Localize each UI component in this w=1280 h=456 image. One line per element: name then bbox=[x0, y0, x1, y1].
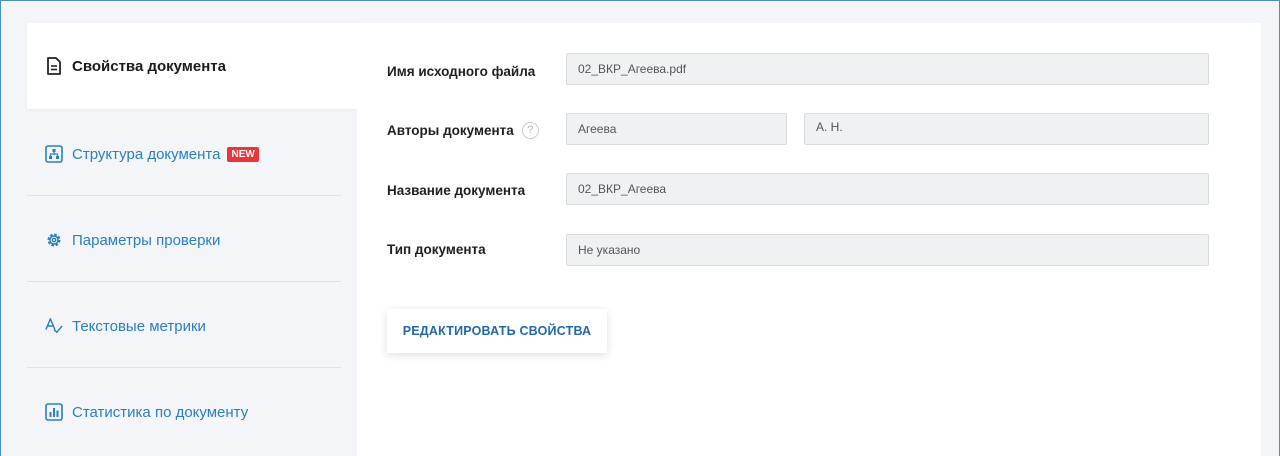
new-badge: NEW bbox=[227, 146, 259, 162]
sidebar-item-label: Параметры проверки bbox=[72, 231, 221, 249]
divider bbox=[27, 281, 341, 282]
gear-icon bbox=[45, 231, 63, 249]
help-icon[interactable]: ? bbox=[521, 121, 539, 139]
sidebar-item-label: Структура документа bbox=[72, 145, 221, 163]
type-field[interactable]: Не указано bbox=[566, 234, 1209, 266]
divider bbox=[27, 367, 341, 368]
document-icon bbox=[45, 57, 63, 75]
authors-label-text: Авторы документа bbox=[387, 122, 514, 138]
sidebar-item-label: Текстовые метрики bbox=[72, 317, 206, 335]
sidebar-item-text-metrics[interactable]: Текстовые метрики bbox=[27, 283, 341, 369]
title-field[interactable]: 02_ВКР_Агеева bbox=[566, 173, 1209, 205]
type-label: Тип документа bbox=[387, 241, 486, 257]
filename-label: Имя исходного файла bbox=[387, 63, 536, 79]
authors-label: Авторы документа ? bbox=[387, 120, 539, 140]
sidebar-item-label: Статистика по документу bbox=[72, 403, 249, 421]
document-properties-panel: Имя исходного файла 02_ВКР_Агеева.pdf Ав… bbox=[357, 23, 1261, 456]
sidebar: Свойства документа Структура документа N… bbox=[27, 23, 359, 456]
app-frame: Свойства документа Структура документа N… bbox=[0, 0, 1280, 456]
bar-chart-icon bbox=[45, 403, 63, 421]
edit-properties-button[interactable]: РЕДАКТИРОВАТЬ СВОЙСТВА bbox=[387, 309, 607, 353]
author-initials-field[interactable]: А. Н. bbox=[804, 113, 1209, 145]
title-label: Название документа bbox=[387, 182, 526, 198]
filename-field[interactable]: 02_ВКР_Агеева.pdf bbox=[566, 53, 1209, 85]
text-metrics-icon bbox=[45, 317, 63, 335]
sidebar-item-label: Свойства документа bbox=[72, 57, 226, 75]
sidebar-item-document-statistics[interactable]: Статистика по документу bbox=[27, 369, 341, 455]
divider bbox=[27, 195, 341, 196]
author-lastname-field[interactable]: Агеева bbox=[566, 113, 787, 145]
sidebar-item-document-structure[interactable]: Структура документа NEW bbox=[27, 111, 341, 197]
sidebar-item-check-parameters[interactable]: Параметры проверки bbox=[27, 197, 341, 283]
sidebar-item-document-properties[interactable]: Свойства документа bbox=[27, 23, 359, 109]
structure-icon bbox=[45, 145, 63, 163]
